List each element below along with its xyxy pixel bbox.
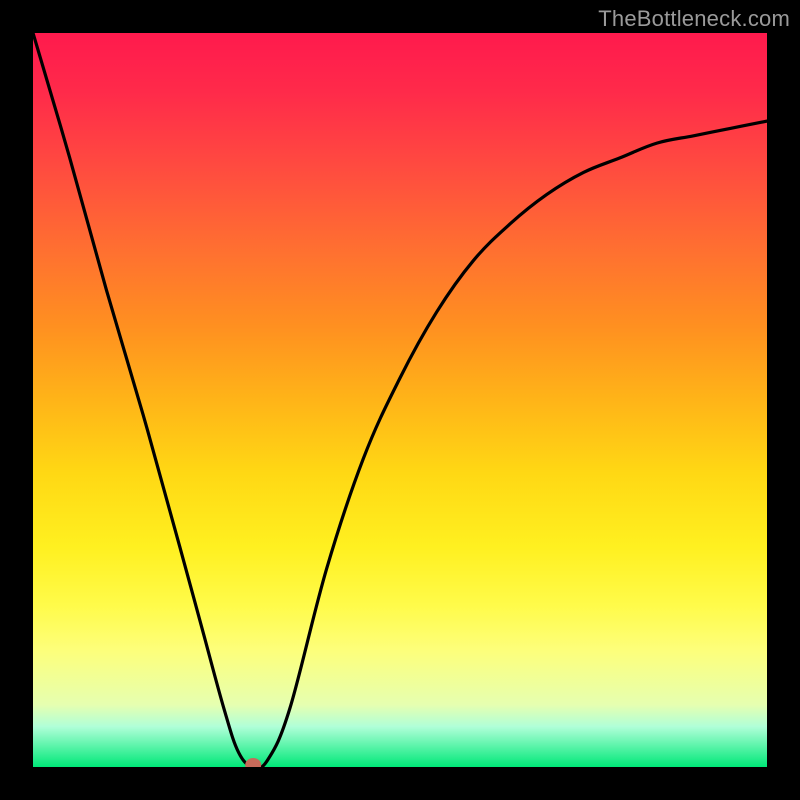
- plot-area: [33, 33, 767, 767]
- chart-frame: TheBottleneck.com: [0, 0, 800, 800]
- curve-path: [33, 33, 767, 767]
- bottleneck-curve: [33, 33, 767, 767]
- optimum-marker: [245, 758, 261, 767]
- watermark-text: TheBottleneck.com: [598, 6, 790, 32]
